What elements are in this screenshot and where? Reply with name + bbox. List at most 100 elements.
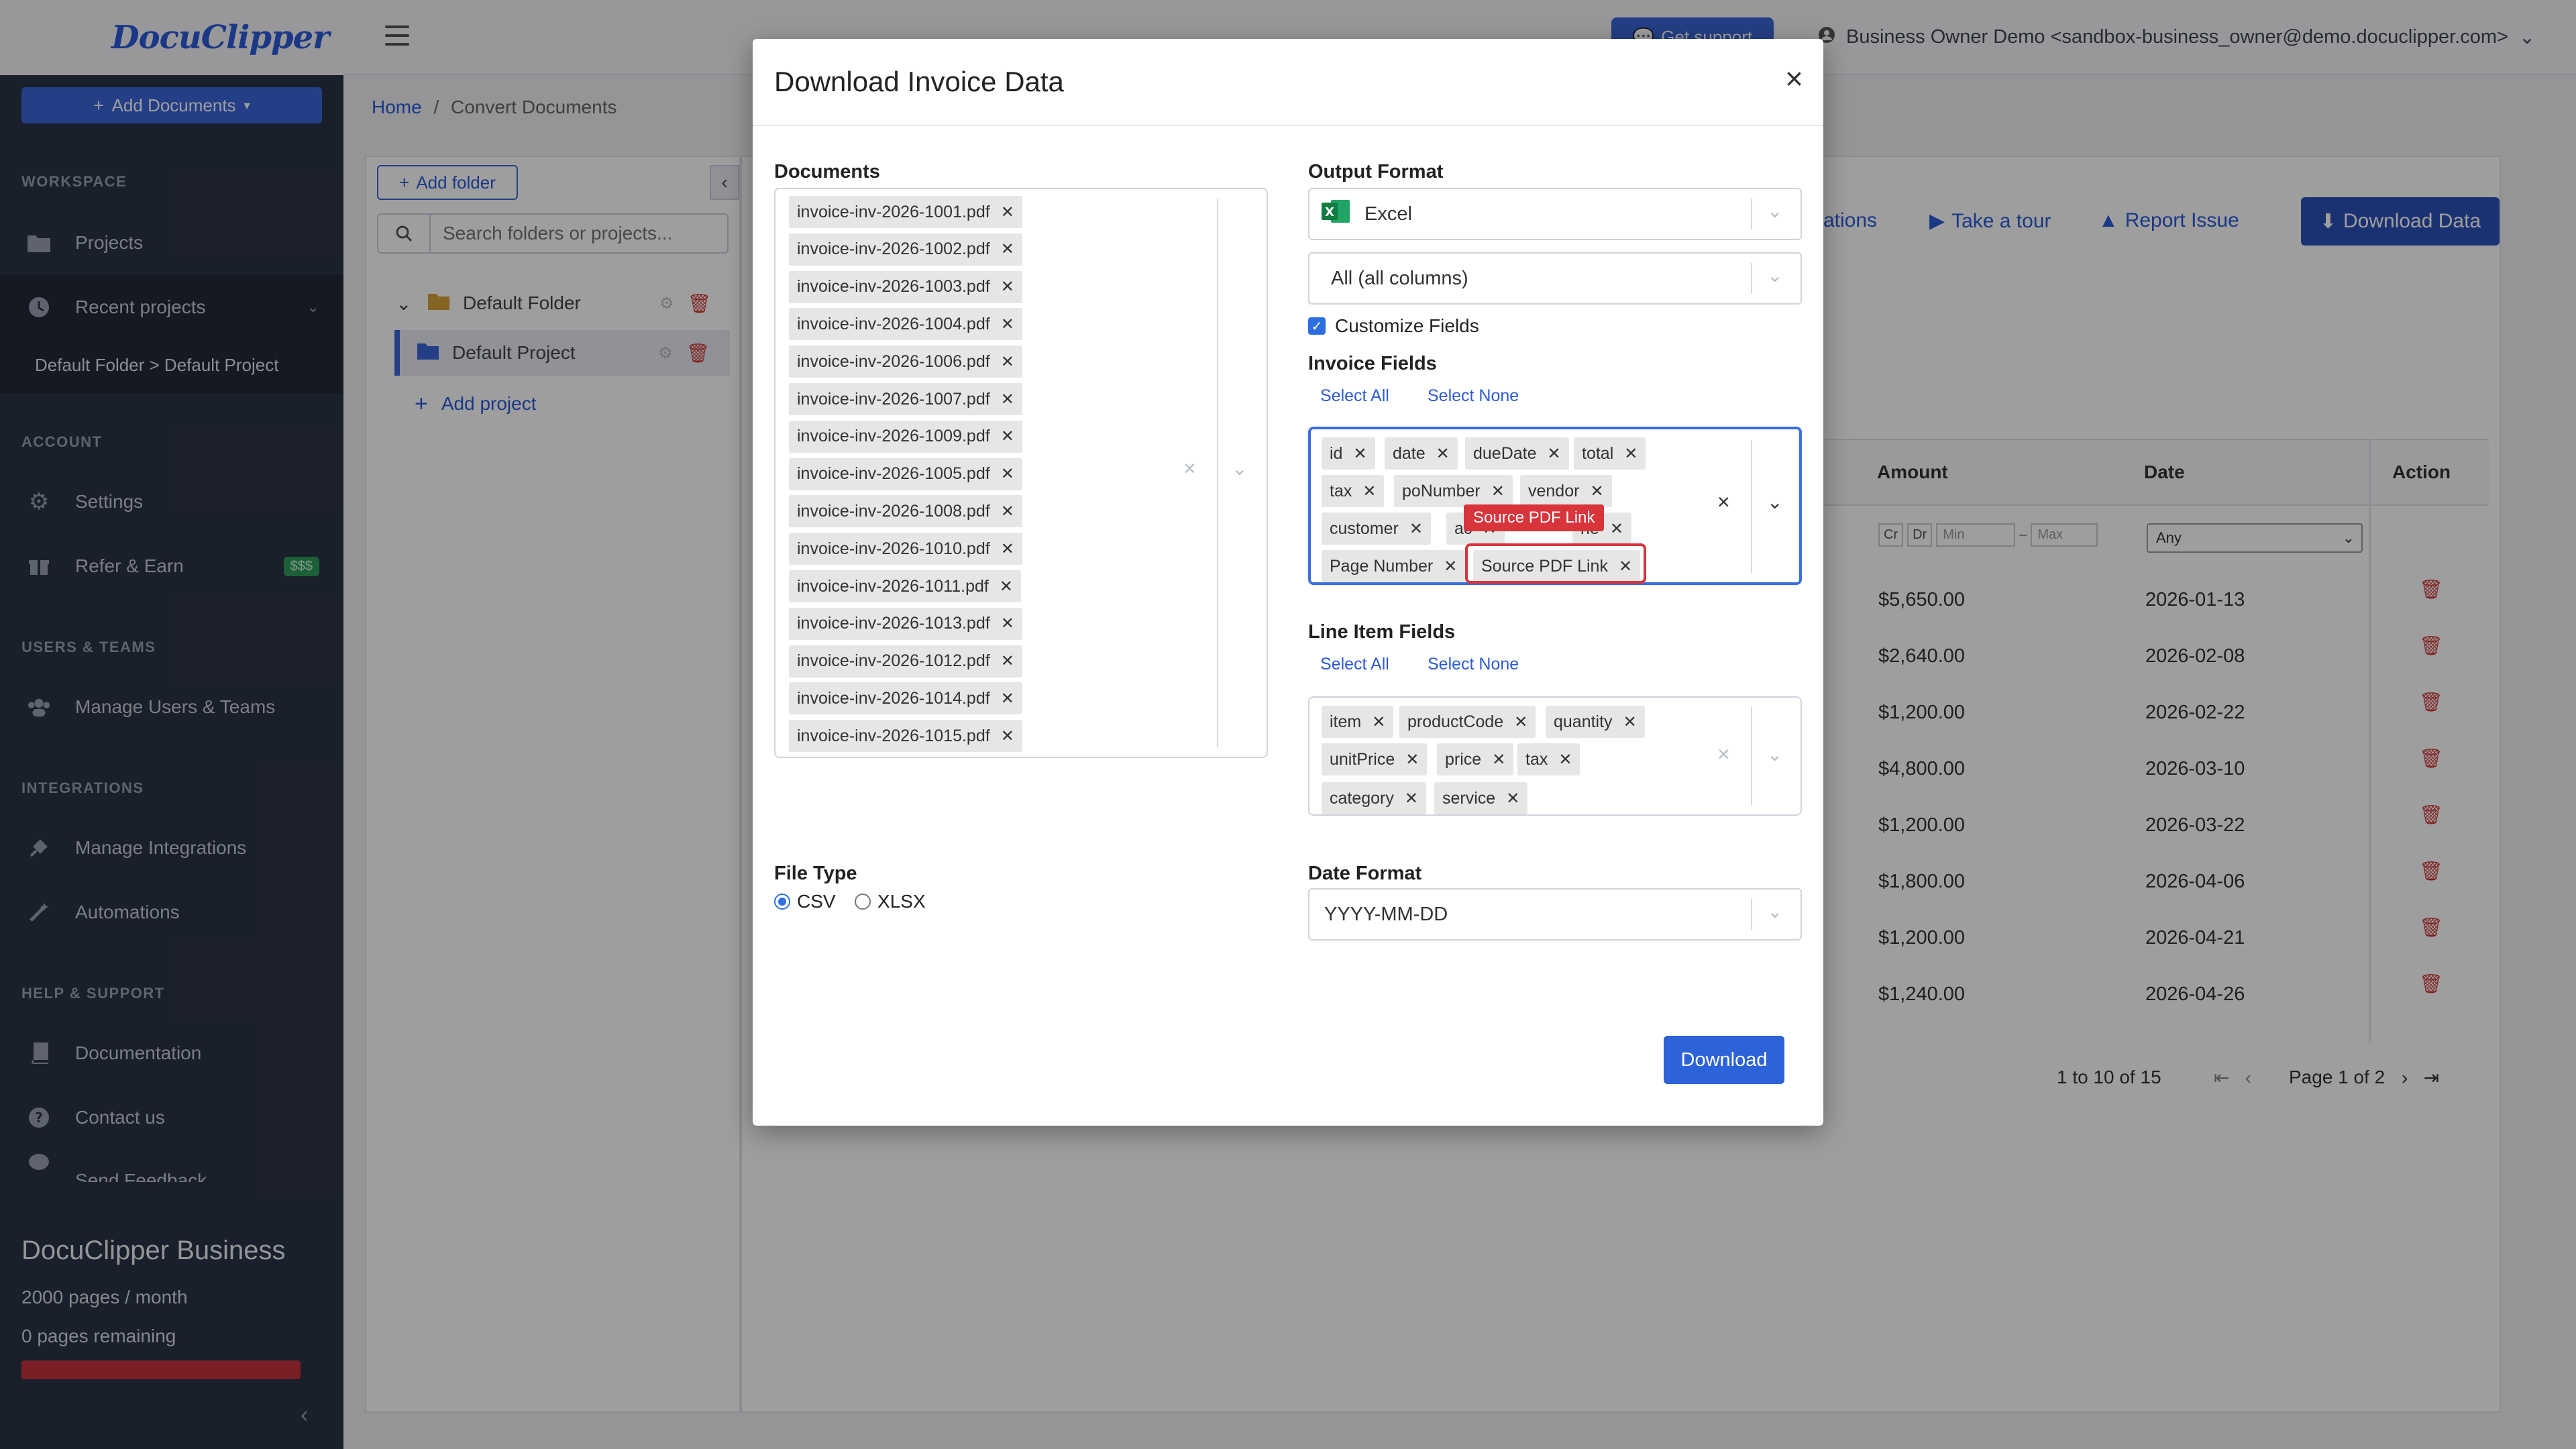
chevron-down-icon[interactable]: ⌄ (1767, 200, 1782, 222)
line-item-chip: tax ✕ (1517, 743, 1580, 775)
invoice-field-chip: customer ✕ (1322, 513, 1431, 545)
output-format-select[interactable]: X Excel (1308, 188, 1802, 240)
remove-chip-icon[interactable]: ✕ (1001, 390, 1014, 409)
line-item-chip: item ✕ (1322, 706, 1394, 738)
remove-chip-icon[interactable]: ✕ (1558, 750, 1572, 769)
remove-chip-icon[interactable]: ✕ (1001, 689, 1014, 708)
remove-chip-icon[interactable]: ✕ (1409, 519, 1423, 539)
remove-chip-icon[interactable]: ✕ (1001, 651, 1014, 671)
invoice-field-chip: total ✕ (1574, 437, 1646, 470)
separator (1751, 199, 1752, 229)
document-chip: invoice-inv-2026-1007.pdf ✕ (789, 383, 1022, 415)
remove-chip-icon[interactable]: ✕ (1514, 712, 1527, 732)
remove-chip-icon[interactable]: ✕ (1001, 502, 1014, 521)
invoice-fields-label: Invoice Fields (1308, 353, 1437, 374)
remove-chip-icon[interactable]: ✕ (1405, 789, 1418, 808)
line-select-all-link[interactable]: Select All (1320, 655, 1389, 674)
remove-chip-icon[interactable]: ✕ (1001, 315, 1014, 334)
remove-chip-icon[interactable]: ✕ (1372, 712, 1385, 732)
remove-chip-icon[interactable]: ✕ (1492, 750, 1505, 769)
date-format-select[interactable]: YYYY-MM-DD (1308, 888, 1802, 941)
separator (1751, 899, 1752, 930)
invoice-select-all-link[interactable]: Select All (1320, 386, 1389, 406)
invoice-field-chip: poNumber ✕ (1394, 475, 1513, 507)
remove-chip-icon[interactable]: ✕ (1506, 789, 1519, 808)
document-chip: invoice-inv-2026-1005.pdf ✕ (789, 458, 1022, 490)
modal-title: Download Invoice Data (774, 66, 1064, 97)
download-button[interactable]: Download (1664, 1036, 1784, 1084)
source-pdf-link-tooltip: Source PDF Link (1464, 504, 1605, 531)
remove-chip-icon[interactable]: ✕ (1000, 577, 1013, 596)
line-item-fields-label: Line Item Fields (1308, 621, 1456, 643)
document-chip: invoice-inv-2026-1011.pdf ✕ (789, 570, 1021, 602)
clear-line-items-icon[interactable]: × (1717, 742, 1730, 767)
remove-chip-icon[interactable]: ✕ (1001, 539, 1014, 559)
remove-chip-icon[interactable]: ✕ (1623, 712, 1637, 732)
documents-separator (1217, 199, 1218, 747)
remove-chip-icon[interactable]: ✕ (1624, 444, 1638, 464)
line-select-none-link[interactable]: Select None (1428, 655, 1519, 674)
document-chip: invoice-inv-2026-1014.pdf ✕ (789, 682, 1022, 715)
close-icon[interactable]: × (1785, 63, 1803, 94)
remove-chip-icon[interactable]: ✕ (1001, 203, 1014, 222)
document-chip: invoice-inv-2026-1010.pdf ✕ (789, 533, 1022, 566)
remove-chip-icon[interactable]: ✕ (1001, 239, 1014, 259)
document-chip: invoice-inv-2026-1001.pdf ✕ (789, 196, 1022, 228)
document-chip: invoice-inv-2026-1008.pdf ✕ (789, 495, 1022, 528)
document-chip: invoice-inv-2026-1004.pdf ✕ (789, 308, 1022, 341)
chevron-down-icon[interactable]: ⌄ (1767, 491, 1782, 513)
radio-icon (855, 894, 871, 910)
file-type-csv[interactable]: CSV (774, 891, 836, 912)
checkmark-icon: ✓ (1308, 317, 1326, 335)
invoice-field-chip: dueDate ✕ (1465, 437, 1569, 470)
chevron-down-icon[interactable]: ⌄ (1767, 264, 1782, 286)
remove-chip-icon[interactable]: ✕ (1001, 464, 1014, 484)
document-chip: invoice-inv-2026-1013.pdf ✕ (789, 607, 1022, 640)
remove-chip-icon[interactable]: ✕ (1610, 519, 1623, 539)
separator (1751, 440, 1752, 573)
customize-fields-checkbox[interactable]: ✓ Customize Fields (1308, 315, 1479, 337)
clear-invoice-fields-icon[interactable]: × (1717, 490, 1730, 515)
document-chip: invoice-inv-2026-1009.pdf ✕ (789, 420, 1022, 453)
remove-chip-icon[interactable]: ✕ (1001, 427, 1014, 446)
remove-chip-icon[interactable]: ✕ (1405, 750, 1419, 769)
line-item-chip: service ✕ (1434, 782, 1528, 814)
remove-chip-icon[interactable]: ✕ (1491, 482, 1505, 501)
document-chip: invoice-inv-2026-1015.pdf ✕ (789, 720, 1022, 753)
remove-chip-icon[interactable]: ✕ (1548, 444, 1561, 464)
svg-text:X: X (1325, 205, 1334, 219)
remove-chip-icon[interactable]: ✕ (1444, 557, 1457, 576)
file-type-xlsx[interactable]: XLSX (855, 891, 926, 912)
chevron-down-icon[interactable]: ⌄ (1767, 900, 1782, 922)
remove-chip-icon[interactable]: ✕ (1001, 614, 1014, 633)
chevron-down-icon[interactable]: ⌄ (1232, 458, 1247, 480)
excel-icon: X (1322, 199, 1350, 229)
invoice-select-none-link[interactable]: Select None (1428, 386, 1519, 406)
invoice-field-chip: Page Number ✕ (1322, 550, 1466, 582)
remove-chip-icon[interactable]: ✕ (1362, 482, 1376, 501)
clear-documents-icon[interactable]: × (1183, 456, 1196, 481)
remove-chip-icon[interactable]: ✕ (1001, 277, 1014, 297)
remove-chip-icon[interactable]: ✕ (1353, 444, 1366, 464)
radio-icon (774, 894, 790, 910)
document-chip: invoice-inv-2026-1002.pdf ✕ (789, 233, 1022, 266)
remove-chip-icon[interactable]: ✕ (1001, 727, 1014, 746)
invoice-field-chip: vendor ✕ (1520, 475, 1612, 507)
remove-chip-icon[interactable]: ✕ (1590, 482, 1603, 501)
file-type-label: File Type (774, 863, 857, 884)
line-item-chip: unitPrice ✕ (1322, 743, 1428, 775)
highlight-source-pdf-link (1465, 543, 1646, 584)
date-format-label: Date Format (1308, 863, 1422, 884)
remove-chip-icon[interactable]: ✕ (1436, 444, 1450, 464)
document-chip: invoice-inv-2026-1003.pdf ✕ (789, 270, 1022, 303)
line-item-chip: quantity ✕ (1546, 706, 1645, 738)
remove-chip-icon[interactable]: ✕ (1001, 352, 1014, 372)
file-type-radios: CSV XLSX (774, 891, 942, 913)
chevron-down-icon[interactable]: ⌄ (1767, 743, 1782, 765)
line-item-chip: productCode ✕ (1399, 706, 1536, 738)
document-chip: invoice-inv-2026-1006.pdf ✕ (789, 345, 1022, 378)
documents-label: Documents (774, 161, 880, 182)
output-format-label: Output Format (1308, 161, 1444, 182)
invoice-field-chip: tax ✕ (1322, 475, 1385, 507)
columns-select[interactable]: All (all columns) (1308, 252, 1802, 305)
